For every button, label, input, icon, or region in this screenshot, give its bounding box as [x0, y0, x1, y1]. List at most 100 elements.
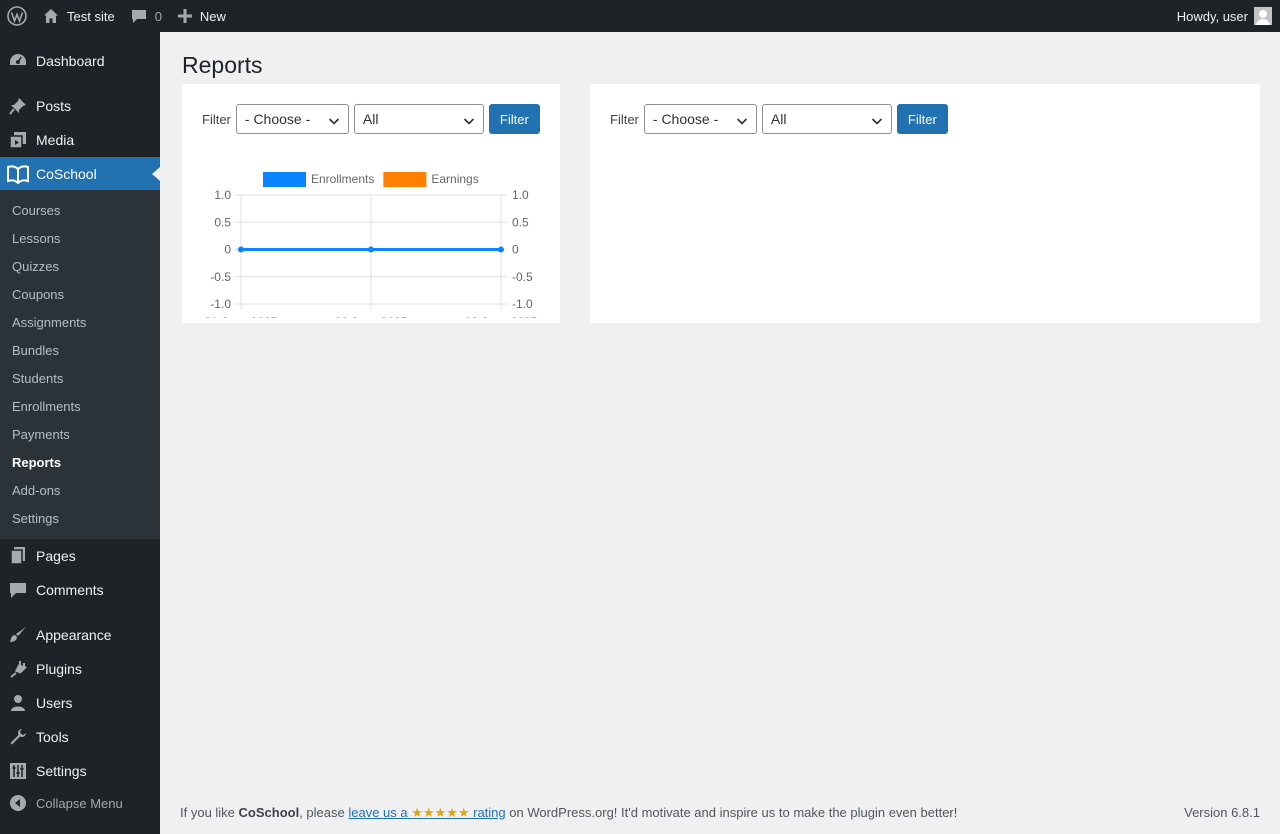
- y-tick-label-right: -1.0: [512, 297, 533, 311]
- footer-brand: CoSchool: [238, 805, 300, 820]
- sidebar-item-posts[interactable]: Posts: [0, 89, 160, 123]
- admin-bar: Test site 0 New Howdy, user: [0, 0, 1280, 32]
- pushpin-icon: [0, 96, 36, 116]
- course-select[interactable]: All: [353, 104, 484, 134]
- submenu-coupons[interactable]: Coupons: [12, 287, 64, 303]
- filter-button[interactable]: Filter: [488, 104, 540, 134]
- x-tick-label: 02 June 2025: [335, 315, 408, 318]
- submenu-reports[interactable]: Reports: [12, 455, 61, 471]
- submenu-settings[interactable]: Settings: [12, 511, 59, 527]
- pages-icon: [0, 546, 36, 566]
- sidebar-item-label: Posts: [36, 98, 72, 114]
- comments-count: 0: [154, 8, 162, 24]
- period-select[interactable]: - Choose -: [643, 104, 757, 134]
- y-tick-label-left: 1.0: [214, 188, 231, 202]
- legend-swatch: [263, 172, 306, 187]
- chevron-down-icon: [328, 114, 340, 130]
- y-tick-label-left: 0: [224, 243, 231, 257]
- chevron-down-icon: [463, 114, 475, 130]
- wordpress-logo-icon[interactable]: [0, 0, 35, 32]
- site-name-label: Test site: [67, 8, 115, 24]
- footer-mid: , please: [299, 805, 349, 820]
- sidebar-item-label: Settings: [36, 763, 87, 779]
- y-tick-label-left: 0.5: [214, 215, 231, 229]
- sidebar-item-comments[interactable]: Comments: [0, 573, 160, 607]
- period-select[interactable]: - Choose -: [235, 104, 349, 134]
- submenu-assignments[interactable]: Assignments: [12, 315, 86, 331]
- chevron-down-icon: [871, 114, 883, 130]
- star-rating-icon: ★★★★★: [411, 805, 470, 820]
- user-icon: [0, 693, 36, 713]
- sidebar-item-label: Comments: [36, 582, 104, 598]
- footer-message: If you like CoSchool, please leave us a …: [180, 805, 957, 821]
- sidebar-item-label: CoSchool: [36, 166, 97, 182]
- page-title: Reports: [182, 52, 263, 78]
- new-content-link[interactable]: New: [170, 0, 234, 32]
- data-point: [238, 246, 244, 253]
- footer-prefix: If you like: [180, 805, 239, 820]
- comment-icon: [131, 8, 155, 24]
- sidebar-item-media[interactable]: Media: [0, 123, 160, 157]
- data-point: [368, 246, 374, 253]
- y-tick-label-left: -1.0: [210, 297, 231, 311]
- y-tick-label-right: 0: [512, 243, 519, 257]
- sidebar-item-users[interactable]: Users: [0, 686, 160, 720]
- rating-link[interactable]: leave us a ★★★★★ rating: [348, 805, 505, 820]
- submenu-payments[interactable]: Payments: [12, 427, 70, 443]
- sidebar-item-appearance[interactable]: Appearance: [0, 618, 160, 652]
- site-name-link[interactable]: Test site: [35, 0, 123, 32]
- filter-row: Filter - Choose - All Filter: [610, 104, 948, 134]
- submenu-enrollments[interactable]: Enrollments: [12, 399, 81, 415]
- y-tick-label-right: 1.0: [512, 188, 529, 202]
- avatar: [1254, 7, 1272, 25]
- enrollments-earnings-chart: Enrollments Earnings 1.0 0.5 0 -0.5 -1.0 1.0 0.5…: [205, 172, 538, 318]
- sidebar-item-label: Tools: [36, 729, 69, 745]
- submenu-bundles[interactable]: Bundles: [12, 343, 59, 359]
- brush-icon: [0, 625, 36, 645]
- submenu-students[interactable]: Students: [12, 371, 63, 387]
- submenu-lessons[interactable]: Lessons: [12, 231, 60, 247]
- footer-suffix: on WordPress.org! It'd motivate and insp…: [505, 805, 958, 820]
- sidebar-item-tools[interactable]: Tools: [0, 720, 160, 754]
- new-label: New: [199, 8, 226, 24]
- admin-sidebar: Dashboard Posts Media CoSchool Courses L…: [0, 32, 160, 834]
- dashboard-icon: [0, 51, 36, 71]
- sidebar-item-label: Appearance: [36, 627, 112, 643]
- data-point: [498, 246, 504, 253]
- coschool-submenu: Courses Lessons Quizzes Coupons Assignme…: [0, 190, 160, 539]
- period-select-value: - Choose -: [244, 111, 311, 127]
- y-tick-label-left: -0.5: [210, 270, 231, 284]
- sidebar-item-label: Dashboard: [36, 53, 105, 69]
- sidebar-item-coschool[interactable]: CoSchool: [0, 157, 160, 191]
- wp-version: Version 6.8.1: [1184, 805, 1260, 820]
- filter-button[interactable]: Filter: [896, 104, 948, 134]
- sidebar-item-pages[interactable]: Pages: [0, 539, 160, 573]
- collapse-arrow-icon: [0, 794, 36, 812]
- filter-label: Filter: [610, 111, 639, 127]
- sidebar-item-plugins[interactable]: Plugins: [0, 652, 160, 686]
- account-menu[interactable]: Howdy, user: [1169, 0, 1280, 32]
- collapse-menu-label: Collapse Menu: [36, 795, 123, 811]
- sidebar-item-label: Users: [36, 695, 73, 711]
- howdy-label: Howdy, user: [1176, 8, 1248, 24]
- sidebar-item-dashboard[interactable]: Dashboard: [0, 44, 160, 78]
- sidebar-item-label: Media: [36, 132, 75, 148]
- submenu-add-ons[interactable]: Add-ons: [12, 483, 60, 499]
- y-tick-label-right: 0.5: [512, 215, 529, 229]
- course-select-value: All: [362, 111, 379, 127]
- sliders-icon: [0, 761, 36, 781]
- sidebar-item-settings[interactable]: Settings: [0, 754, 160, 788]
- collapse-menu-button[interactable]: Collapse Menu: [0, 788, 160, 818]
- main-content: Reports Filter - Choose - All Filter Enr…: [160, 32, 1280, 834]
- x-tick-label: 01 June 2025: [205, 315, 278, 318]
- comments-link[interactable]: 0: [123, 0, 170, 32]
- plugin-icon: [0, 659, 36, 679]
- legend-label: Earnings: [431, 172, 478, 186]
- submenu-quizzes[interactable]: Quizzes: [12, 259, 59, 275]
- plus-icon: [177, 9, 200, 23]
- x-tick-label: 03 June 2025: [465, 315, 538, 318]
- submenu-courses[interactable]: Courses: [12, 203, 60, 219]
- media-icon: [0, 130, 36, 150]
- course-select[interactable]: All: [761, 104, 892, 134]
- book-icon: [0, 164, 36, 184]
